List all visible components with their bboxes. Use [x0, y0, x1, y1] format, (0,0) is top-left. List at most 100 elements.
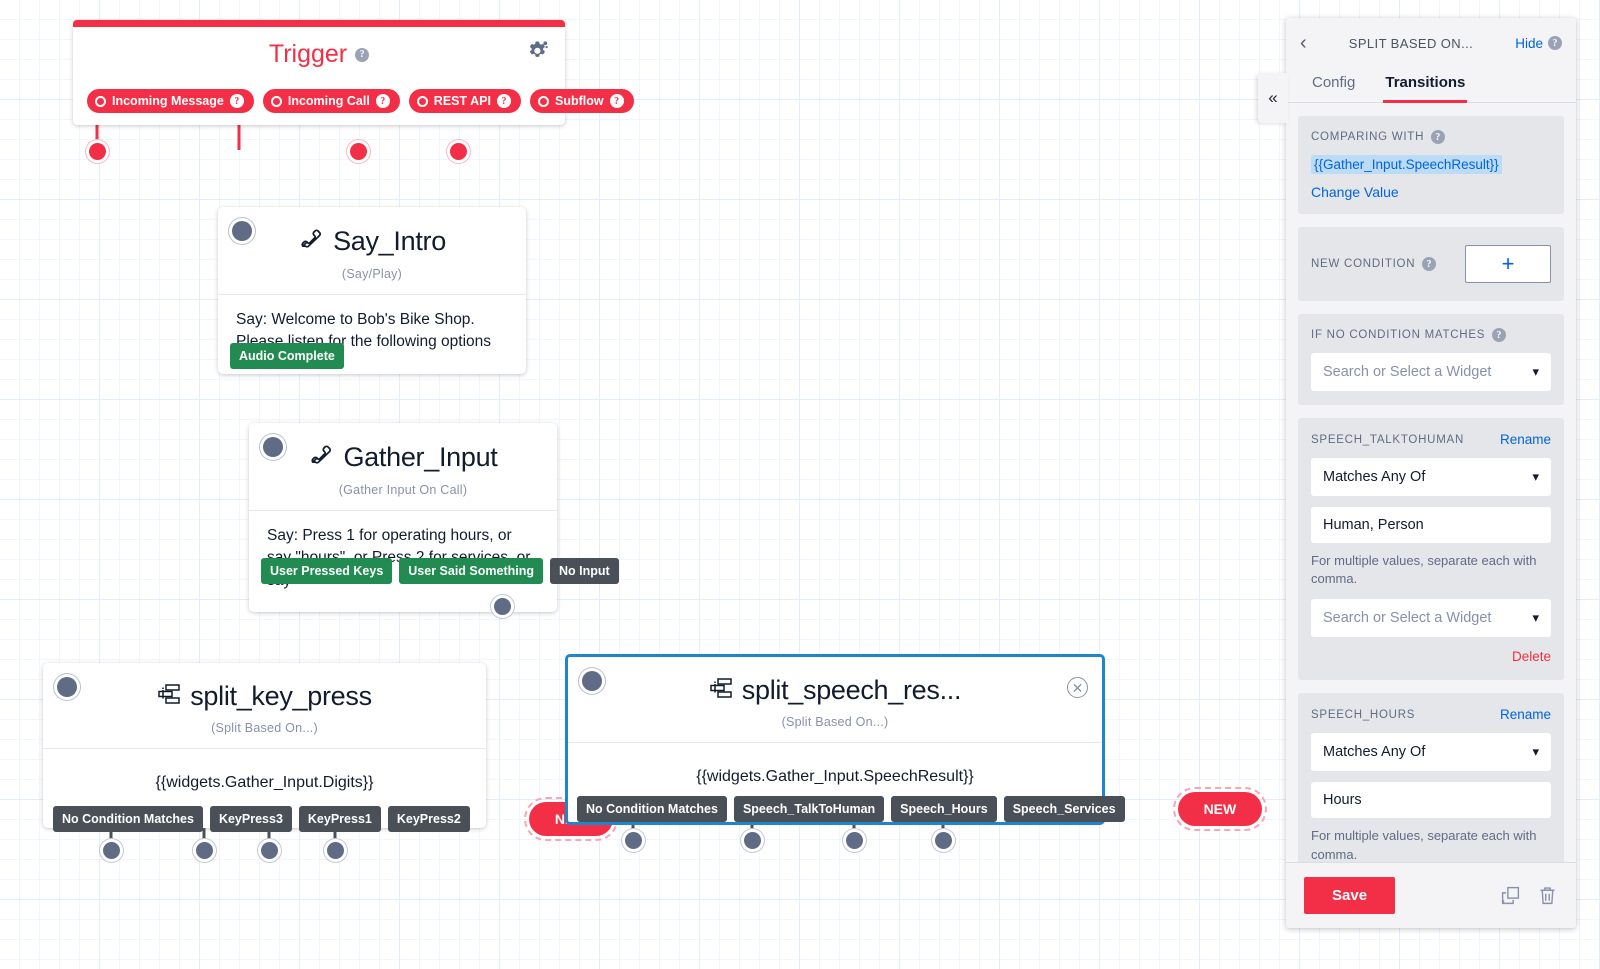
trash-icon[interactable] — [1537, 885, 1558, 906]
no-condition-widget-select[interactable]: Search or Select a Widget ▾ — [1311, 353, 1551, 391]
condition-widget-select[interactable]: Search or Select a Widget ▾ — [1311, 599, 1551, 638]
help-icon[interactable]: ? — [609, 94, 624, 108]
gear-icon[interactable] — [525, 39, 549, 67]
node-subtitle: (Split Based On...) — [781, 715, 889, 729]
double-chevron-left-icon[interactable]: « — [1258, 73, 1288, 123]
output-tab-user-pressed-keys[interactable]: User Pressed Keys — [261, 558, 393, 584]
condition-operator-select[interactable]: Matches Any Of ▾ — [1311, 458, 1551, 496]
connector-end-dot[interactable] — [261, 842, 278, 859]
node-title-text: split_key_press — [190, 681, 372, 711]
node-outputs-split-key-press: No Condition Matches KeyPress3 KeyPress1… — [53, 797, 619, 841]
connector-end-dot[interactable] — [327, 842, 344, 859]
chevron-left-icon[interactable]: ‹ — [1300, 33, 1307, 53]
node-input-dot[interactable] — [232, 221, 252, 241]
output-tab-no-input[interactable]: No Input — [550, 558, 619, 584]
node-title-text: Say_Intro — [333, 226, 446, 256]
node-title: split_speech_res... — [568, 657, 1102, 706]
split-icon — [157, 681, 181, 712]
node-subtitle: (Say/Play) — [341, 267, 403, 281]
condition-helper-text: For multiple values, separate each with … — [1311, 553, 1537, 587]
help-icon[interactable]: ? — [1431, 130, 1446, 144]
select-value: Matches Any Of — [1323, 469, 1426, 485]
comparing-with-value[interactable]: {{Gather_Input.SpeechResult}} — [1311, 155, 1502, 174]
trigger-output-subflow[interactable]: Subflow ? — [529, 89, 634, 113]
condition-operator-select[interactable]: Matches Any Of ▾ — [1311, 733, 1551, 772]
condition-name: SPEECH_HOURS — [1311, 708, 1416, 721]
condition-name: SPEECH_TALKTOHUMAN — [1311, 433, 1465, 446]
output-tab-keypress2[interactable]: KeyPress2 — [387, 806, 470, 832]
connector-end-dot[interactable] — [89, 143, 106, 160]
node-input-dot[interactable] — [582, 671, 602, 691]
output-tab-no-condition-matches[interactable]: No Condition Matches — [53, 806, 203, 832]
help-icon[interactable]: ? — [355, 47, 370, 62]
condition-helper-text: For multiple values, separate each with … — [1311, 828, 1537, 862]
condition-card-speech-hours: SPEECH_HOURS Rename Matches Any Of ▾ Hou… — [1298, 693, 1564, 862]
connector-end-dot[interactable] — [350, 143, 367, 160]
panel-header: ‹ SPLIT BASED ON... Hide ? — [1286, 18, 1576, 68]
output-tab-keypress3[interactable]: KeyPress3 — [209, 806, 292, 832]
if-no-condition-matches-card: IF NO CONDITION MATCHES ? Search or Sele… — [1298, 314, 1564, 405]
connector-end-dot[interactable] — [450, 143, 467, 160]
trigger-output-incoming-call[interactable]: Incoming Call ? — [262, 89, 400, 113]
delete-condition-row: Delete — [1311, 648, 1551, 666]
save-button[interactable]: Save — [1304, 877, 1396, 914]
new-condition-label-text: NEW CONDITION — [1311, 258, 1416, 270]
trigger-title: Trigger ? — [73, 27, 565, 69]
trigger-widget[interactable]: Trigger ? Incoming Message ? Incoming Ca… — [73, 20, 634, 125]
select-value: Search or Select a Widget — [1323, 364, 1492, 380]
connector-end-dot[interactable] — [846, 832, 863, 849]
condition-value-input[interactable]: Human, Person — [1311, 507, 1551, 543]
output-dot-icon — [270, 95, 282, 107]
chevron-down-icon: ▾ — [1532, 610, 1539, 626]
help-icon[interactable]: ? — [375, 94, 390, 108]
delete-condition-link[interactable]: Delete — [1512, 649, 1551, 664]
node-title-text: Gather_Input — [343, 442, 498, 472]
new-condition-card: NEW CONDITION ? + — [1298, 227, 1564, 301]
output-tab-user-said-something[interactable]: User Said Something — [399, 558, 544, 584]
node-outputs-split-speech-result: No Condition Matches Speech_TalkToHuman … — [577, 787, 1268, 831]
rename-condition-link[interactable]: Rename — [1500, 707, 1551, 722]
node-input-dot[interactable] — [263, 437, 283, 457]
output-tab-no-condition-matches[interactable]: No Condition Matches — [577, 796, 727, 822]
chevron-down-icon: ▾ — [1532, 364, 1539, 379]
output-tab-audio-complete[interactable]: Audio Complete — [230, 343, 344, 369]
connector-end-dot[interactable] — [744, 832, 761, 849]
condition-value-input[interactable]: Hours — [1311, 782, 1551, 819]
help-icon[interactable]: ? — [1492, 328, 1507, 342]
tab-config[interactable]: Config — [1310, 68, 1357, 103]
comparing-with-label-text: COMPARING WITH — [1311, 131, 1425, 143]
add-new-transition-button[interactable]: NEW — [1172, 787, 1268, 831]
tab-transitions[interactable]: Transitions — [1383, 68, 1468, 103]
connector-end-dot[interactable] — [103, 842, 120, 859]
comparing-with-label: COMPARING WITH ? — [1311, 130, 1551, 144]
help-icon[interactable]: ? — [1422, 257, 1437, 271]
widget-config-panel[interactable]: « ‹ SPLIT BASED ON... Hide ? Config Tran… — [1258, 18, 1576, 928]
pill-label: REST API — [433, 94, 491, 108]
output-dot-icon — [537, 95, 549, 107]
trigger-output-rest-api[interactable]: REST API ? — [408, 89, 521, 113]
help-icon[interactable]: ? — [229, 94, 244, 108]
close-icon[interactable]: ✕ — [1067, 677, 1088, 698]
rename-condition-link[interactable]: Rename — [1500, 432, 1551, 447]
node-input-dot[interactable] — [57, 677, 77, 697]
connector-end-dot[interactable] — [196, 842, 213, 859]
node-title: Gather_Input — [249, 423, 557, 474]
split-icon — [709, 675, 733, 706]
output-tab-speech-talktohuman[interactable]: Speech_TalkToHuman — [733, 796, 885, 822]
connector-end-dot[interactable] — [935, 832, 952, 849]
hide-panel-link[interactable]: Hide — [1515, 36, 1543, 51]
panel-scroll-area[interactable]: COMPARING WITH ? {{Gather_Input.SpeechRe… — [1286, 103, 1576, 862]
duplicate-icon[interactable] — [1500, 885, 1521, 906]
change-value-link[interactable]: Change Value — [1311, 184, 1551, 200]
connector-end-dot[interactable] — [494, 598, 511, 615]
output-tab-speech-hours[interactable]: Speech_Hours — [891, 796, 997, 822]
output-tab-keypress1[interactable]: KeyPress1 — [298, 806, 381, 832]
help-icon[interactable]: ? — [496, 94, 511, 108]
help-icon[interactable]: ? — [1548, 36, 1562, 50]
pill-label: Subflow — [554, 94, 604, 108]
trigger-output-incoming-message[interactable]: Incoming Message ? — [87, 89, 254, 113]
add-condition-button[interactable]: + — [1465, 245, 1551, 283]
connector-end-dot[interactable] — [625, 832, 642, 849]
pill-label: Incoming Call — [287, 94, 370, 108]
output-tab-speech-services[interactable]: Speech_Services — [1003, 796, 1125, 822]
